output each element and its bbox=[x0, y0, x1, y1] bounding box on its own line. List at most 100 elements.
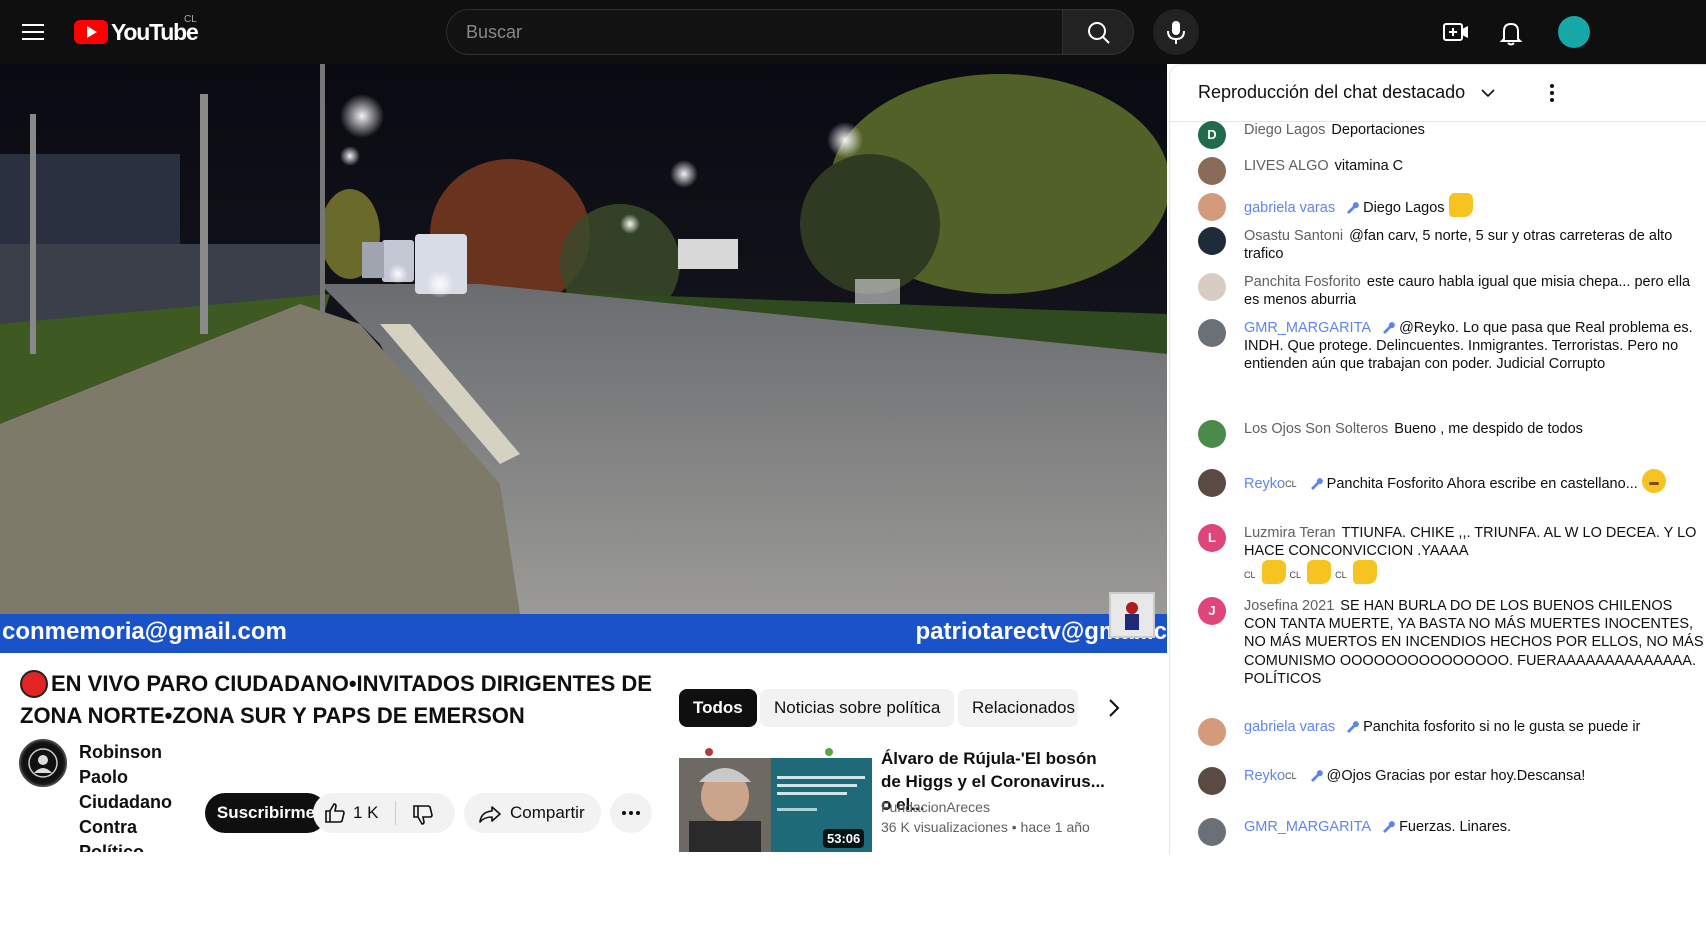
like-icon[interactable] bbox=[323, 801, 347, 825]
banner-email-left: conmemoria@gmail.com bbox=[2, 618, 287, 645]
channel-name[interactable]: Robinson Paolo Ciudadano Contra Político bbox=[79, 740, 189, 852]
thumbs-up-emoji-icon bbox=[1261, 560, 1286, 585]
author-name[interactable]: Osastu Santoni bbox=[1244, 228, 1343, 244]
create-video-icon bbox=[1443, 23, 1468, 41]
message-text: vitamina C bbox=[1334, 158, 1404, 174]
chip-relacionados[interactable]: Relacionados bbox=[958, 689, 1078, 727]
voice-search-button[interactable] bbox=[1153, 9, 1199, 55]
thumbs-up-emoji-icon bbox=[1307, 560, 1332, 585]
recommended-duration: 53:06 bbox=[823, 829, 865, 848]
country-code: CL bbox=[184, 14, 197, 25]
more-horizontal-icon bbox=[622, 811, 640, 815]
wrench-icon bbox=[1347, 202, 1359, 214]
author-name-text: Reyko bbox=[1244, 768, 1286, 784]
video-player[interactable]: conmemoria@gmail.com patriotarectv@gmail… bbox=[0, 64, 1167, 653]
like-separator bbox=[395, 801, 396, 825]
country-flag: CL bbox=[1285, 771, 1297, 781]
author-avatar[interactable] bbox=[1198, 718, 1226, 746]
chat-message: LIVES ALGO vitamina C bbox=[1198, 157, 1706, 185]
message-text: @Ojos Gracias por estar hoy.Descansa! bbox=[1326, 768, 1586, 784]
thumbs-up-emoji-icon bbox=[1352, 560, 1377, 585]
menu-icon[interactable] bbox=[18, 20, 48, 44]
author-name[interactable]: Panchita Fosforito bbox=[1244, 274, 1361, 290]
like-count: 1 K bbox=[353, 803, 379, 822]
wrench-icon bbox=[1347, 721, 1359, 733]
chevron-down-icon[interactable] bbox=[1480, 85, 1496, 101]
chat-message: J Josefina 2021 SE HAN BURLA DO DE LOS BU… bbox=[1198, 597, 1706, 688]
recommended-views: 36 K visualizaciones bbox=[881, 819, 1008, 835]
chevron-right-icon bbox=[1109, 699, 1120, 717]
create-button[interactable] bbox=[1436, 12, 1476, 52]
microphone-icon bbox=[1167, 21, 1185, 44]
more-actions-button[interactable] bbox=[610, 793, 652, 833]
author-avatar[interactable] bbox=[1198, 818, 1226, 846]
chat-message: L Luzmira Teran TTIUNFA. CHIKE ,,. TRIUNF… bbox=[1198, 524, 1706, 585]
subscribe-button[interactable]: Suscribirme bbox=[205, 793, 327, 833]
author-avatar[interactable]: J bbox=[1198, 597, 1226, 625]
author-avatar[interactable]: L bbox=[1198, 524, 1226, 552]
wrench-icon bbox=[1310, 770, 1323, 782]
search-button[interactable] bbox=[1062, 9, 1134, 55]
chips-next-button[interactable] bbox=[1096, 690, 1132, 726]
author-avatar[interactable] bbox=[1198, 193, 1226, 221]
author-name[interactable]: Los Ojos Son Solteros bbox=[1244, 421, 1388, 437]
video-frame bbox=[0, 64, 1167, 614]
video-title: EN VIVO PARO CIUDADANO•INVITADOS DIRIGEN… bbox=[20, 671, 652, 728]
author-name[interactable]: Diego Lagos bbox=[1244, 122, 1325, 138]
chip-todos[interactable]: Todos bbox=[679, 689, 757, 727]
chat-header: Reproducción del chat destacado bbox=[1170, 65, 1706, 122]
author-avatar[interactable]: D bbox=[1198, 121, 1226, 149]
meta-separator: • bbox=[1011, 819, 1021, 835]
author-name-text: Reyko bbox=[1244, 476, 1286, 492]
author-avatar[interactable] bbox=[1198, 767, 1226, 795]
page-bottom bbox=[0, 854, 1706, 928]
recommended-age: hace 1 año bbox=[1020, 819, 1090, 835]
author-avatar[interactable] bbox=[1198, 420, 1226, 448]
chat-message: D Diego Lagos Deportaciones bbox=[1198, 121, 1706, 149]
share-label: Compartir bbox=[510, 803, 585, 822]
author-name[interactable]: LIVES ALGO bbox=[1244, 158, 1329, 174]
message-text: Fuerzas. Linares. bbox=[1399, 819, 1512, 835]
dislike-icon[interactable] bbox=[411, 803, 435, 827]
message-text: Panchita Fosforito Ahora escribe en cast… bbox=[1326, 476, 1638, 492]
chat-message: gabriela varas Panchita fosforito si no … bbox=[1198, 718, 1706, 746]
play-logo-icon bbox=[74, 20, 108, 44]
chat-message: ReykoCL @Ojos Gracias por estar hoy.Desc… bbox=[1198, 767, 1706, 795]
author-avatar[interactable] bbox=[1198, 469, 1226, 497]
message-text: Bueno , me despido de todos bbox=[1394, 421, 1583, 437]
channel-avatar[interactable] bbox=[19, 739, 67, 787]
recommended-channel[interactable]: FundacionAreces bbox=[881, 799, 990, 815]
share-icon bbox=[479, 806, 501, 823]
chat-message: Osastu Santoni @fan carv, 5 norte, 5 sur … bbox=[1198, 227, 1706, 263]
author-name[interactable]: GMR_MARGARITA bbox=[1244, 320, 1371, 336]
more-vertical-icon[interactable] bbox=[1540, 81, 1564, 105]
account-avatar[interactable] bbox=[1558, 16, 1590, 48]
chat-message: ReykoCL Panchita Fosforito Ahora escribe… bbox=[1198, 469, 1706, 497]
author-avatar[interactable] bbox=[1198, 157, 1226, 185]
shushing-face-emoji-icon bbox=[1641, 469, 1666, 493]
share-button[interactable]: Compartir bbox=[464, 793, 601, 833]
top-bar: YouTube CL bbox=[0, 0, 1706, 64]
author-name[interactable]: GMR_MARGARITA bbox=[1244, 819, 1371, 835]
chat-mode-title[interactable]: Reproducción del chat destacado bbox=[1198, 82, 1465, 103]
author-name[interactable]: Josefina 2021 bbox=[1244, 598, 1334, 614]
chip-noticias-politica[interactable]: Noticias sobre política bbox=[760, 689, 955, 727]
recommended-meta: 36 K visualizaciones • hace 1 año bbox=[881, 819, 1090, 835]
like-dislike-group: 1 K bbox=[313, 793, 455, 833]
author-avatar[interactable] bbox=[1198, 227, 1226, 255]
author-name[interactable]: gabriela varas bbox=[1244, 200, 1335, 216]
search-input[interactable] bbox=[447, 10, 1062, 54]
notifications-button[interactable] bbox=[1491, 12, 1531, 52]
search-icon bbox=[1088, 22, 1110, 44]
channel-watermark[interactable] bbox=[1109, 592, 1155, 638]
author-avatar[interactable] bbox=[1198, 319, 1226, 347]
chat-message: Los Ojos Son Solteros Bueno , me despido … bbox=[1198, 420, 1706, 448]
message-text: Diego Lagos bbox=[1363, 200, 1445, 216]
author-name[interactable]: Luzmira Teran bbox=[1244, 525, 1336, 541]
author-name[interactable]: ReykoCL bbox=[1244, 768, 1299, 784]
youtube-logo[interactable]: YouTube bbox=[74, 18, 199, 46]
author-name[interactable]: gabriela varas bbox=[1244, 719, 1335, 735]
author-name[interactable]: ReykoCL bbox=[1244, 476, 1299, 492]
author-avatar[interactable] bbox=[1198, 273, 1226, 301]
search-box bbox=[446, 9, 1062, 55]
